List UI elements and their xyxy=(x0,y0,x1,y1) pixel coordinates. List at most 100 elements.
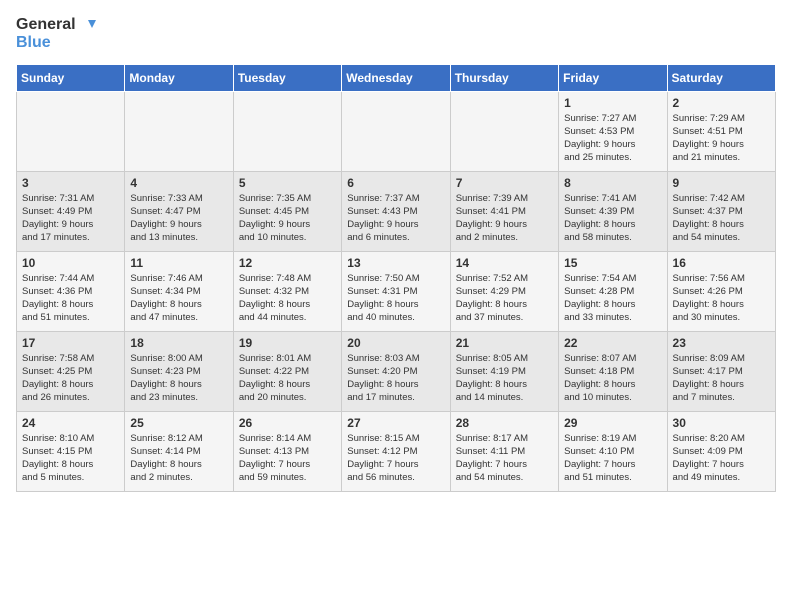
day-info: Sunrise: 8:07 AM Sunset: 4:18 PM Dayligh… xyxy=(564,352,661,405)
day-info: Sunrise: 8:15 AM Sunset: 4:12 PM Dayligh… xyxy=(347,432,444,485)
calendar-cell: 27 Sunrise: 8:15 AM Sunset: 4:12 PM Dayli… xyxy=(342,411,450,491)
day-number: 18 xyxy=(130,336,227,350)
calendar-cell: 21Sunrise: 8:05 AM Sunset: 4:19 PM Dayli… xyxy=(450,331,558,411)
day-info: Sunrise: 7:56 AM Sunset: 4:26 PM Dayligh… xyxy=(673,272,770,325)
day-number: 2 xyxy=(673,96,770,110)
day-info: Sunrise: 8:03 AM Sunset: 4:20 PM Dayligh… xyxy=(347,352,444,405)
calendar-cell: 7 Sunrise: 7:39 AM Sunset: 4:41 PM Daylig… xyxy=(450,171,558,251)
calendar-cell: 22 Sunrise: 8:07 AM Sunset: 4:18 PM Dayli… xyxy=(559,331,667,411)
calendar-cell: 8Sunrise: 7:41 AM Sunset: 4:39 PM Daylig… xyxy=(559,171,667,251)
col-header-saturday: Saturday xyxy=(667,64,775,91)
day-info: Sunrise: 8:19 AM Sunset: 4:10 PM Dayligh… xyxy=(564,432,661,485)
header: General Blue xyxy=(16,16,776,52)
day-number: 28 xyxy=(456,416,553,430)
day-info: Sunrise: 7:35 AM Sunset: 4:45 PM Dayligh… xyxy=(239,192,336,245)
week-row-4: 24 Sunrise: 8:10 AM Sunset: 4:15 PM Dayli… xyxy=(17,411,776,491)
calendar-table: SundayMondayTuesdayWednesdayThursdayFrid… xyxy=(16,64,776,492)
col-header-sunday: Sunday xyxy=(17,64,125,91)
day-number: 24 xyxy=(22,416,119,430)
calendar-cell xyxy=(17,91,125,171)
day-number: 13 xyxy=(347,256,444,270)
calendar-cell xyxy=(233,91,341,171)
day-number: 3 xyxy=(22,176,119,190)
day-info: Sunrise: 8:09 AM Sunset: 4:17 PM Dayligh… xyxy=(673,352,770,405)
day-info: Sunrise: 8:14 AM Sunset: 4:13 PM Dayligh… xyxy=(239,432,336,485)
calendar-cell xyxy=(342,91,450,171)
col-header-monday: Monday xyxy=(125,64,233,91)
calendar-cell: 10 Sunrise: 7:44 AM Sunset: 4:36 PM Dayli… xyxy=(17,251,125,331)
calendar-cell: 25Sunrise: 8:12 AM Sunset: 4:14 PM Dayli… xyxy=(125,411,233,491)
day-number: 29 xyxy=(564,416,661,430)
day-info: Sunrise: 7:48 AM Sunset: 4:32 PM Dayligh… xyxy=(239,272,336,325)
day-number: 25 xyxy=(130,416,227,430)
calendar-cell: 6 Sunrise: 7:37 AM Sunset: 4:43 PM Daylig… xyxy=(342,171,450,251)
day-number: 21 xyxy=(456,336,553,350)
week-row-2: 10 Sunrise: 7:44 AM Sunset: 4:36 PM Dayli… xyxy=(17,251,776,331)
logo-bird-icon xyxy=(78,16,96,34)
logo: General Blue xyxy=(16,16,96,52)
day-info: Sunrise: 7:42 AM Sunset: 4:37 PM Dayligh… xyxy=(673,192,770,245)
day-number: 16 xyxy=(673,256,770,270)
calendar-cell: 12 Sunrise: 7:48 AM Sunset: 4:32 PM Dayli… xyxy=(233,251,341,331)
calendar-cell: 30 Sunrise: 8:20 AM Sunset: 4:09 PM Dayli… xyxy=(667,411,775,491)
logo-general: General xyxy=(16,16,76,34)
calendar-cell: 1 Sunrise: 7:27 AM Sunset: 4:53 PM Daylig… xyxy=(559,91,667,171)
day-number: 1 xyxy=(564,96,661,110)
calendar-cell xyxy=(450,91,558,171)
calendar-cell: 28 Sunrise: 8:17 AM Sunset: 4:11 PM Dayli… xyxy=(450,411,558,491)
day-info: Sunrise: 7:33 AM Sunset: 4:47 PM Dayligh… xyxy=(130,192,227,245)
day-info: Sunrise: 7:27 AM Sunset: 4:53 PM Dayligh… xyxy=(564,112,661,165)
day-number: 15 xyxy=(564,256,661,270)
col-header-friday: Friday xyxy=(559,64,667,91)
day-info: Sunrise: 8:10 AM Sunset: 4:15 PM Dayligh… xyxy=(22,432,119,485)
day-number: 20 xyxy=(347,336,444,350)
day-number: 23 xyxy=(673,336,770,350)
col-header-thursday: Thursday xyxy=(450,64,558,91)
day-number: 19 xyxy=(239,336,336,350)
calendar-cell: 19 Sunrise: 8:01 AM Sunset: 4:22 PM Dayli… xyxy=(233,331,341,411)
day-info: Sunrise: 7:52 AM Sunset: 4:29 PM Dayligh… xyxy=(456,272,553,325)
day-number: 6 xyxy=(347,176,444,190)
day-number: 30 xyxy=(673,416,770,430)
calendar-cell: 14 Sunrise: 7:52 AM Sunset: 4:29 PM Dayli… xyxy=(450,251,558,331)
page-container: General Blue SundayMondayTuesdayWednesda… xyxy=(0,0,792,500)
day-info: Sunrise: 7:39 AM Sunset: 4:41 PM Dayligh… xyxy=(456,192,553,245)
header-row: SundayMondayTuesdayWednesdayThursdayFrid… xyxy=(17,64,776,91)
calendar-cell: 4Sunrise: 7:33 AM Sunset: 4:47 PM Daylig… xyxy=(125,171,233,251)
day-number: 27 xyxy=(347,416,444,430)
day-info: Sunrise: 7:54 AM Sunset: 4:28 PM Dayligh… xyxy=(564,272,661,325)
calendar-cell: 9 Sunrise: 7:42 AM Sunset: 4:37 PM Daylig… xyxy=(667,171,775,251)
week-row-0: 1 Sunrise: 7:27 AM Sunset: 4:53 PM Daylig… xyxy=(17,91,776,171)
calendar-cell: 29 Sunrise: 8:19 AM Sunset: 4:10 PM Dayli… xyxy=(559,411,667,491)
calendar-cell: 24 Sunrise: 8:10 AM Sunset: 4:15 PM Dayli… xyxy=(17,411,125,491)
day-number: 9 xyxy=(673,176,770,190)
day-info: Sunrise: 7:58 AM Sunset: 4:25 PM Dayligh… xyxy=(22,352,119,405)
day-info: Sunrise: 7:50 AM Sunset: 4:31 PM Dayligh… xyxy=(347,272,444,325)
week-row-3: 17Sunrise: 7:58 AM Sunset: 4:25 PM Dayli… xyxy=(17,331,776,411)
day-info: Sunrise: 8:20 AM Sunset: 4:09 PM Dayligh… xyxy=(673,432,770,485)
day-number: 12 xyxy=(239,256,336,270)
day-info: Sunrise: 7:44 AM Sunset: 4:36 PM Dayligh… xyxy=(22,272,119,325)
day-info: Sunrise: 7:37 AM Sunset: 4:43 PM Dayligh… xyxy=(347,192,444,245)
day-number: 8 xyxy=(564,176,661,190)
calendar-cell: 18Sunrise: 8:00 AM Sunset: 4:23 PM Dayli… xyxy=(125,331,233,411)
day-number: 7 xyxy=(456,176,553,190)
day-info: Sunrise: 7:31 AM Sunset: 4:49 PM Dayligh… xyxy=(22,192,119,245)
calendar-cell: 17Sunrise: 7:58 AM Sunset: 4:25 PM Dayli… xyxy=(17,331,125,411)
calendar-cell: 16 Sunrise: 7:56 AM Sunset: 4:26 PM Dayli… xyxy=(667,251,775,331)
day-info: Sunrise: 8:17 AM Sunset: 4:11 PM Dayligh… xyxy=(456,432,553,485)
day-number: 10 xyxy=(22,256,119,270)
day-number: 22 xyxy=(564,336,661,350)
day-info: Sunrise: 8:01 AM Sunset: 4:22 PM Dayligh… xyxy=(239,352,336,405)
col-header-tuesday: Tuesday xyxy=(233,64,341,91)
calendar-cell: 3 Sunrise: 7:31 AM Sunset: 4:49 PM Daylig… xyxy=(17,171,125,251)
day-number: 11 xyxy=(130,256,227,270)
calendar-cell xyxy=(125,91,233,171)
calendar-cell: 11Sunrise: 7:46 AM Sunset: 4:34 PM Dayli… xyxy=(125,251,233,331)
calendar-cell: 20 Sunrise: 8:03 AM Sunset: 4:20 PM Dayli… xyxy=(342,331,450,411)
calendar-cell: 23 Sunrise: 8:09 AM Sunset: 4:17 PM Dayli… xyxy=(667,331,775,411)
calendar-cell: 15 Sunrise: 7:54 AM Sunset: 4:28 PM Dayli… xyxy=(559,251,667,331)
day-number: 14 xyxy=(456,256,553,270)
day-number: 5 xyxy=(239,176,336,190)
day-number: 26 xyxy=(239,416,336,430)
